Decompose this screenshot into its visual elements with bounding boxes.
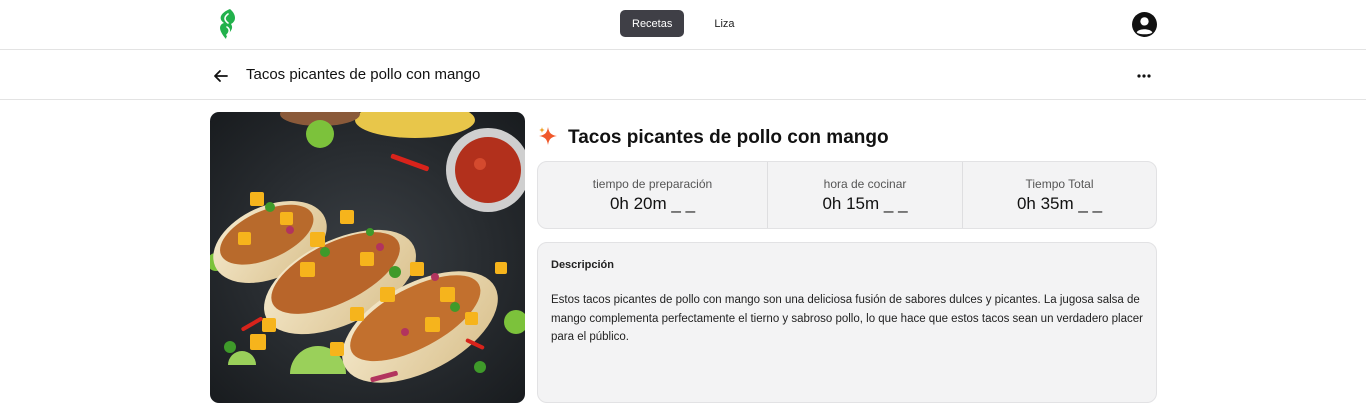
description-title: Descripción — [551, 259, 614, 271]
user-circle-icon[interactable] — [1132, 12, 1157, 37]
arrow-left-icon[interactable] — [212, 67, 230, 85]
total-time-label: Tiempo Total — [1025, 176, 1094, 191]
description-card: Descripción Estos tacos picantes de poll… — [537, 242, 1157, 403]
sparkle-icon — [539, 127, 557, 145]
prep-time-label: tiempo de preparación — [592, 176, 713, 191]
recipe-times-card: tiempo de preparación 0h 20m _ _ hora de… — [537, 161, 1157, 229]
page-title: Tacos picantes de pollo con mango — [246, 66, 481, 83]
more-horizontal-icon[interactable] — [1135, 67, 1153, 85]
main-nav: Recetas Liza — [620, 10, 747, 37]
prep-time: tiempo de preparación 0h 20m _ _ — [538, 162, 768, 228]
description-text: Estos tacos picantes de pollo con mango … — [551, 294, 1143, 343]
recipe-photo — [210, 112, 525, 403]
total-time-value: 0h 35m _ _ — [1016, 193, 1103, 213]
total-time: Tiempo Total 0h 35m _ _ — [963, 162, 1156, 228]
tab-liza[interactable]: Liza — [702, 10, 746, 37]
tab-recetas[interactable]: Recetas — [620, 10, 685, 37]
cook-time-value: 0h 15m _ _ — [822, 193, 908, 213]
cook-time-label: hora de cocinar — [823, 176, 907, 191]
page-header: Tacos picantes de pollo con mango — [0, 51, 1366, 100]
prep-time-value: 0h 20m _ _ — [609, 193, 696, 213]
cook-time: hora de cocinar 0h 15m _ _ — [768, 162, 963, 228]
recipe-title: Tacos picantes de pollo con mango — [568, 127, 889, 148]
top-navbar: Recetas Liza — [0, 0, 1366, 50]
leaf-logo-icon[interactable] — [216, 8, 238, 40]
